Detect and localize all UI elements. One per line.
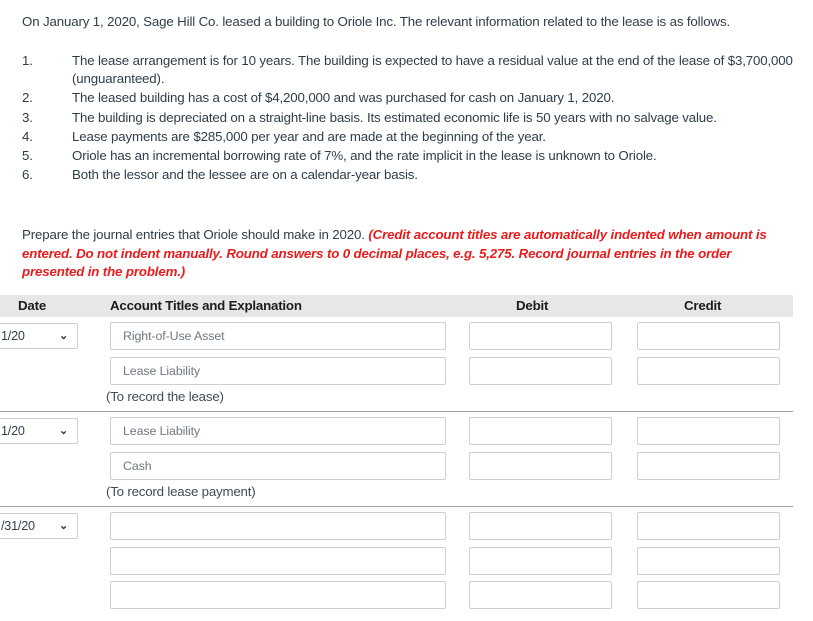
credit-input[interactable] (637, 417, 780, 445)
credit-input[interactable] (637, 322, 780, 350)
list-item: 4. Lease payments are $285,000 per year … (22, 128, 802, 146)
list-item-text: Lease payments are $285,000 per year and… (72, 128, 546, 144)
facts-list: 1. The lease arrangement is for 10 years… (22, 52, 802, 185)
debit-input[interactable] (469, 581, 612, 609)
entry-explanation: (To record lease payment) (0, 484, 793, 506)
list-item-text: Oriole has an incremental borrowing rate… (72, 148, 657, 164)
table-row: Cash (0, 450, 793, 485)
column-header-date: Date (18, 298, 47, 313)
table-row: Lease Liability (0, 355, 793, 390)
account-title-input[interactable]: Lease Liability (110, 417, 446, 445)
list-item: 6. Both the lessor and the lessee are on… (22, 166, 802, 184)
list-item: 5. Oriole has an incremental borrowing r… (22, 147, 802, 165)
journal-entry-table: Date Account Titles and Explanation Debi… (0, 295, 793, 614)
table-row: /31/20 ⌄ (0, 510, 793, 545)
entry-explanation-text: (To record lease payment) (106, 484, 256, 499)
table-row (0, 579, 793, 614)
date-select-value: 1/20 (1, 329, 25, 343)
debit-input[interactable] (469, 322, 612, 350)
list-item-number: 2. (22, 90, 33, 106)
column-header-debit: Debit (516, 298, 549, 313)
entry-explanation-text: (To record the lease) (106, 389, 224, 404)
list-item-number: 1. (22, 53, 33, 68)
table-row (0, 545, 793, 580)
list-item-number: 6. (22, 167, 33, 183)
debit-input[interactable] (469, 356, 612, 385)
chevron-down-icon: ⌄ (58, 425, 68, 437)
debit-input[interactable] (469, 512, 612, 540)
account-title-input[interactable]: Right-of-Use Asset (110, 322, 446, 350)
account-title-input[interactable]: Lease Liability (110, 356, 446, 385)
table-row: 1/20 ⌄ Lease Liability (0, 415, 793, 450)
account-title-input[interactable] (110, 546, 446, 575)
list-item: 2. The leased building has a cost of $4,… (22, 89, 802, 107)
account-title-input[interactable] (110, 512, 446, 540)
chevron-down-icon: ⌄ (58, 330, 68, 342)
column-header-credit: Credit (684, 298, 722, 313)
credit-input[interactable] (637, 546, 780, 575)
debit-input[interactable] (469, 417, 612, 445)
credit-input[interactable] (637, 512, 780, 540)
list-item-text: The building is depreciated on a straigh… (72, 109, 717, 125)
entry-group-separator (0, 506, 793, 507)
list-item-text: The leased building has a cost of $4,200… (72, 90, 615, 106)
list-item-number: 5. (22, 148, 33, 164)
debit-input[interactable] (469, 546, 612, 575)
instruction-lead: Prepare the journal entries that Oriole … (22, 227, 369, 242)
account-title-input[interactable]: Cash (110, 451, 446, 480)
list-item-number: 4. (22, 128, 33, 144)
chevron-down-icon: ⌄ (58, 520, 68, 532)
entry-group-separator (0, 411, 793, 412)
question-page: On January 1, 2020, Sage Hill Co. leased… (0, 0, 813, 621)
date-select-3[interactable]: /31/20 ⌄ (0, 513, 78, 539)
table-row: 1/20 ⌄ Right-of-Use Asset (0, 320, 793, 355)
date-select-value: 1/20 (1, 424, 25, 438)
account-title-input[interactable] (110, 581, 446, 609)
column-header-account: Account Titles and Explanation (110, 298, 302, 313)
entry-explanation: (To record the lease) (0, 389, 793, 411)
list-item: 1. The lease arrangement is for 10 years… (22, 52, 802, 88)
credit-input[interactable] (637, 356, 780, 385)
table-header-row: Date Account Titles and Explanation Debi… (0, 295, 793, 317)
table-body: 1/20 ⌄ Right-of-Use Asset Lease Liabilit… (0, 317, 793, 614)
list-item-text: The lease arrangement is for 10 years. T… (72, 53, 793, 87)
list-item: 3. The building is depreciated on a stra… (22, 109, 802, 127)
intro-paragraph: On January 1, 2020, Sage Hill Co. leased… (22, 14, 731, 29)
list-item-text: Both the lessor and the lessee are on a … (72, 167, 418, 183)
credit-input[interactable] (637, 451, 780, 480)
debit-input[interactable] (469, 451, 612, 480)
credit-input[interactable] (637, 581, 780, 609)
date-select-1[interactable]: 1/20 ⌄ (0, 323, 78, 349)
instruction-paragraph: Prepare the journal entries that Oriole … (22, 226, 782, 282)
date-select-2[interactable]: 1/20 ⌄ (0, 418, 78, 444)
list-item-number: 3. (22, 109, 33, 125)
date-select-value: /31/20 (1, 519, 35, 533)
